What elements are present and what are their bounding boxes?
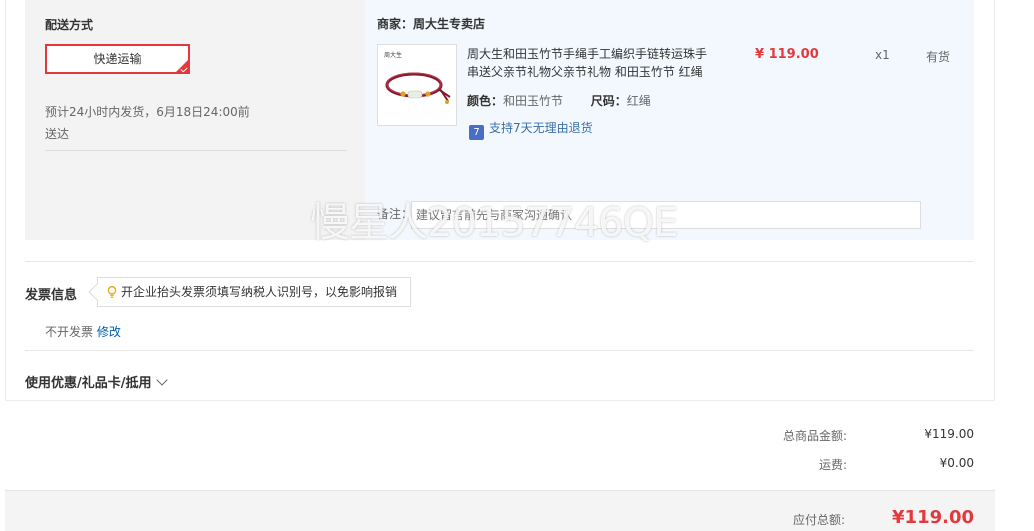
shipping-method-panel: 配送方式 快递运输 预计24小时内发货，6月18日24:00前送达 — [45, 0, 347, 151]
lightbulb-icon — [107, 286, 117, 298]
color-value: 和田玉竹节 — [503, 94, 564, 108]
freight-label: 运费: — [818, 458, 847, 472]
product-image[interactable]: 周大生 — [377, 44, 457, 126]
remark-label: 备注： — [377, 207, 414, 221]
product-attributes: 颜色：和田玉竹节 尺码：红绳 — [467, 92, 651, 109]
seven-day-return-icon: 7 — [469, 125, 484, 140]
total-bar: 应付总额: ¥119.00 — [5, 490, 995, 531]
invoice-status: 不开发票 修改 — [45, 323, 121, 340]
size-value: 红绳 — [626, 94, 651, 108]
total-value: ¥119.00 — [892, 507, 974, 528]
freight-value: ¥0.00 — [939, 456, 974, 470]
invoice-tip-text: 开企业抬头发票须填写纳税人识别号，以免影响报销 — [121, 285, 398, 299]
shipping-method-title: 配送方式 — [45, 18, 94, 32]
coupon-toggle[interactable]: 使用优惠/礼品卡/抵用 — [25, 372, 168, 391]
chevron-down-icon — [155, 374, 168, 386]
invoice-status-text: 不开发票 — [45, 325, 94, 339]
merchant-label: 商家： — [377, 17, 414, 31]
remark-input[interactable] — [411, 201, 921, 229]
section-divider — [25, 261, 974, 262]
express-shipping-label: 快递运输 — [93, 52, 142, 66]
size-label: 尺码： — [590, 94, 627, 108]
product-price: ¥ 119.00 — [755, 47, 819, 62]
return-policy-label: 支持7天无理由退货 — [489, 121, 593, 135]
return-policy[interactable]: 7 支持7天无理由退货 — [469, 119, 593, 140]
shipping-section: 配送方式 快递运输 预计24小时内发货，6月18日24:00前送达 商家：周大生… — [25, 0, 974, 240]
express-shipping-option[interactable]: 快递运输 — [45, 44, 190, 74]
coupon-label: 使用优惠/礼品卡/抵用 — [25, 376, 152, 391]
invoice-edit-link[interactable]: 修改 — [97, 325, 121, 339]
merchant-goods-panel: 商家：周大生专卖店 周大生 周大生和田玉竹节手绳手工编织手链转运珠手串送父亲节礼… — [365, 0, 974, 240]
bracelet-picture — [385, 72, 451, 104]
goods-amount-label: 总商品金额: — [782, 429, 847, 443]
total-label: 应付总额: — [792, 513, 845, 527]
goods-amount-value: ¥119.00 — [924, 427, 974, 441]
delivery-estimate: 预计24小时内发货，6月18日24:00前送达 — [45, 105, 250, 141]
product-title[interactable]: 周大生和田玉竹节手绳手工编织手链转运珠手串送父亲节礼物父亲节礼物 和田玉竹节 红… — [467, 45, 712, 81]
invoice-title: 发票信息 — [25, 288, 78, 303]
color-label: 颜色： — [467, 94, 504, 108]
merchant-line: 商家：周大生专卖店 — [377, 15, 485, 32]
product-quantity: x1 — [875, 48, 890, 62]
product-stock-status: 有货 — [926, 50, 951, 64]
section-divider — [25, 350, 974, 351]
merchant-name: 周大生专卖店 — [413, 17, 486, 31]
invoice-tip: 开企业抬头发票须填写纳税人识别号，以免影响报销 — [88, 277, 411, 307]
